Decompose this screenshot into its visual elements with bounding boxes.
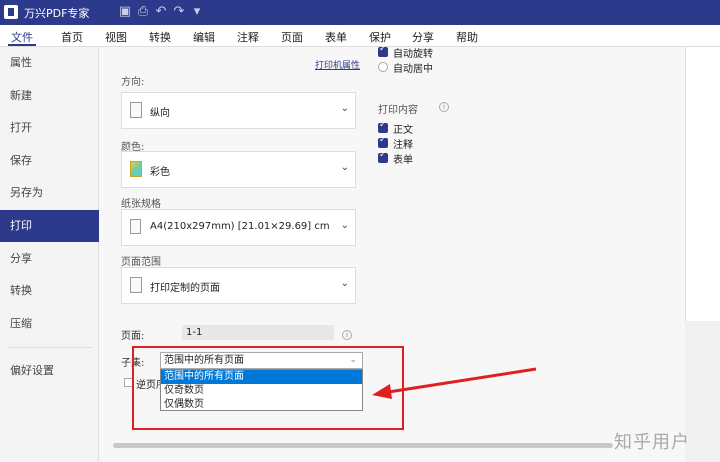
app-title: 万兴PDF专家	[24, 7, 90, 20]
sidebar-item-share[interactable]: 分享	[0, 243, 99, 275]
menu-bar: 文件 首页 视图 转换 编辑 注释 页面 表单 保护 分享 帮助	[0, 25, 720, 47]
menu-home[interactable]: 首页	[61, 29, 83, 45]
sidebar-item-save-as[interactable]: 另存为	[0, 177, 99, 209]
sidebar-item-new[interactable]: 新建	[0, 80, 99, 112]
save-icon[interactable]: ▣	[116, 4, 134, 19]
auto-center-label: 自动居中	[393, 64, 433, 75]
paper-size-value: A4(210x297mm) [21.01×29.69] cm	[150, 221, 330, 232]
pages-input[interactable]: 1-1	[182, 325, 334, 340]
paper-icon	[130, 219, 141, 234]
info-icon[interactable]: i	[439, 102, 449, 112]
printer-properties-link[interactable]: 打印机属性	[315, 58, 360, 71]
menu-file[interactable]: 文件	[11, 29, 33, 45]
orientation-select[interactable]: 纵向 ⌄	[121, 92, 356, 129]
title-bar: 万兴PDF专家 ▣ ⎙ ↶ ↷ ▾	[0, 0, 720, 25]
content-comments-checkbox[interactable]	[378, 135, 388, 148]
page-range-select[interactable]: 打印定制的页面 ⌄	[121, 267, 356, 304]
backstage-sidebar: 属性 新建 打开 保存 另存为 打印 分享 转换 压缩 偏好设置	[0, 47, 99, 462]
sidebar-item-print[interactable]: 打印	[0, 210, 99, 242]
undo-icon[interactable]: ↶	[152, 4, 170, 19]
paper-size-select[interactable]: A4(210x297mm) [21.01×29.69] cm ⌄	[121, 209, 356, 246]
active-menu-indicator	[8, 44, 36, 46]
chevron-down-icon: ⌄	[340, 103, 349, 114]
pages-label: 页面:	[121, 331, 145, 342]
preview-background	[685, 321, 720, 462]
auto-rotate-label: 自动旋转	[393, 49, 433, 60]
sidebar-item-convert[interactable]: 转换	[0, 275, 99, 307]
sidebar-item-compress[interactable]: 压缩	[0, 308, 99, 340]
menu-page[interactable]: 页面	[281, 29, 303, 45]
portrait-page-icon	[130, 102, 142, 118]
sidebar-divider	[8, 347, 92, 348]
menu-help[interactable]: 帮助	[456, 29, 478, 45]
content-body-checkbox[interactable]	[378, 120, 388, 133]
color-value: 彩色	[150, 167, 170, 178]
content-body-label: 正文	[393, 125, 413, 136]
menu-form[interactable]: 表单	[325, 29, 347, 45]
custom-pages-icon	[130, 277, 142, 293]
sidebar-item-properties[interactable]: 属性	[0, 47, 99, 79]
print-content-title: 打印内容	[378, 105, 418, 116]
sidebar-item-preferences[interactable]: 偏好设置	[0, 355, 99, 387]
chevron-down-icon: ⌄	[340, 220, 349, 231]
content-forms-label: 表单	[393, 155, 413, 166]
info-icon[interactable]: i	[342, 330, 352, 340]
quick-toolbar: ▣ ⎙ ↶ ↷ ▾	[116, 4, 206, 19]
auto-center-checkbox[interactable]	[378, 62, 388, 72]
dropdown-icon[interactable]: ▾	[188, 4, 206, 19]
sidebar-item-open[interactable]: 打开	[0, 112, 99, 144]
menu-view[interactable]: 视图	[105, 29, 127, 45]
orientation-value: 纵向	[150, 108, 170, 119]
chevron-down-icon: ⌄	[340, 278, 349, 289]
annotation-arrow-icon	[372, 367, 537, 399]
menu-protect[interactable]: 保护	[369, 29, 391, 45]
horizontal-scrollbar[interactable]	[113, 443, 613, 448]
content-forms-checkbox[interactable]	[378, 150, 388, 163]
print-icon[interactable]: ⎙	[134, 4, 152, 19]
sidebar-item-save[interactable]: 保存	[0, 145, 99, 177]
color-select[interactable]: 彩色 ⌄	[121, 151, 356, 188]
menu-convert[interactable]: 转换	[149, 29, 171, 45]
print-preview-page	[685, 47, 720, 321]
page-range-label: 页面范围	[121, 257, 161, 268]
content-comments-label: 注释	[393, 140, 413, 151]
watermark: 知乎用户	[614, 432, 690, 453]
page-range-value: 打印定制的页面	[150, 283, 220, 294]
menu-comment[interactable]: 注释	[237, 29, 259, 45]
auto-rotate-checkbox[interactable]	[378, 44, 388, 57]
chevron-down-icon: ⌄	[340, 162, 349, 173]
orientation-label: 方向:	[121, 77, 145, 88]
redo-icon[interactable]: ↷	[170, 4, 188, 19]
color-palette-icon	[130, 161, 142, 177]
paper-size-label: 纸张规格	[121, 199, 161, 210]
menu-share[interactable]: 分享	[412, 29, 434, 45]
app-logo-icon	[4, 5, 18, 19]
menu-edit[interactable]: 编辑	[193, 29, 215, 45]
